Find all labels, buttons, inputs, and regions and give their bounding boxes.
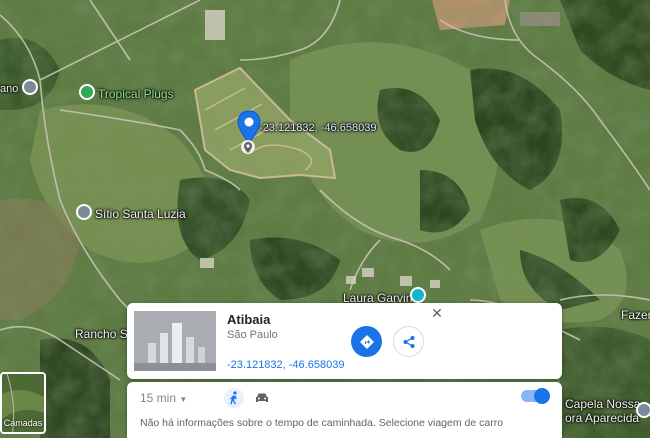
travel-panel: 15 min ▼ Não há informações sobre o temp… (127, 382, 562, 438)
travel-time-select[interactable]: 15 min ▼ (140, 391, 187, 405)
map-label-left-edge: ano (0, 83, 19, 95)
travel-info-text: Não há informações sobre o tempo de cami… (140, 417, 504, 429)
chevron-down-icon: ▼ (179, 395, 188, 404)
car-icon (256, 393, 268, 402)
directions-button[interactable] (351, 326, 382, 357)
place-subtitle: São Paulo (227, 329, 278, 341)
toggle-switch[interactable] (521, 388, 550, 404)
location-marker-icon (241, 140, 255, 154)
tropical-plugs-pin[interactable] (79, 84, 95, 100)
pin-coordinates-label: -23.121832, -46.658039 (259, 122, 377, 134)
map-label-fazenda[interactable]: Fazen (621, 308, 650, 322)
directions-icon (359, 334, 374, 349)
layers-label: Camadas (3, 418, 43, 428)
capela-pin[interactable] (636, 402, 650, 418)
layers-button[interactable]: Camadas (0, 372, 46, 434)
place-title: Atibaia (227, 312, 271, 327)
walking-mode-button[interactable] (224, 388, 244, 408)
place-thumbnail[interactable] (134, 311, 216, 371)
toggle-knob (534, 388, 550, 404)
map-label-rancho[interactable]: Rancho S (75, 327, 128, 341)
share-icon (403, 335, 414, 348)
close-button[interactable]: ✕ (429, 305, 445, 321)
walking-icon (230, 391, 237, 405)
sitio-santa-luzia-pin[interactable] (76, 204, 92, 220)
driving-mode-button[interactable] (252, 388, 272, 408)
share-button[interactable] (393, 326, 424, 357)
travel-time-value: 15 min (140, 391, 177, 405)
map-label-sitio-santa-luzia[interactable]: Sítio Santa Luzia (95, 207, 186, 221)
place-coordinates[interactable]: -23.121832, -46.658039 (227, 359, 344, 371)
laura-garvin-pin[interactable] (410, 287, 426, 303)
map-poi-pin[interactable] (22, 79, 38, 95)
map-label-capela-line2[interactable]: ora Aparecida (565, 411, 639, 425)
map-label-tropical-plugs[interactable]: Tropical Plugs (98, 87, 174, 101)
map-label-capela-line1[interactable]: Capela Nossa (565, 397, 640, 411)
place-card[interactable]: Atibaia São Paulo -23.121832, -46.658039… (127, 303, 562, 379)
